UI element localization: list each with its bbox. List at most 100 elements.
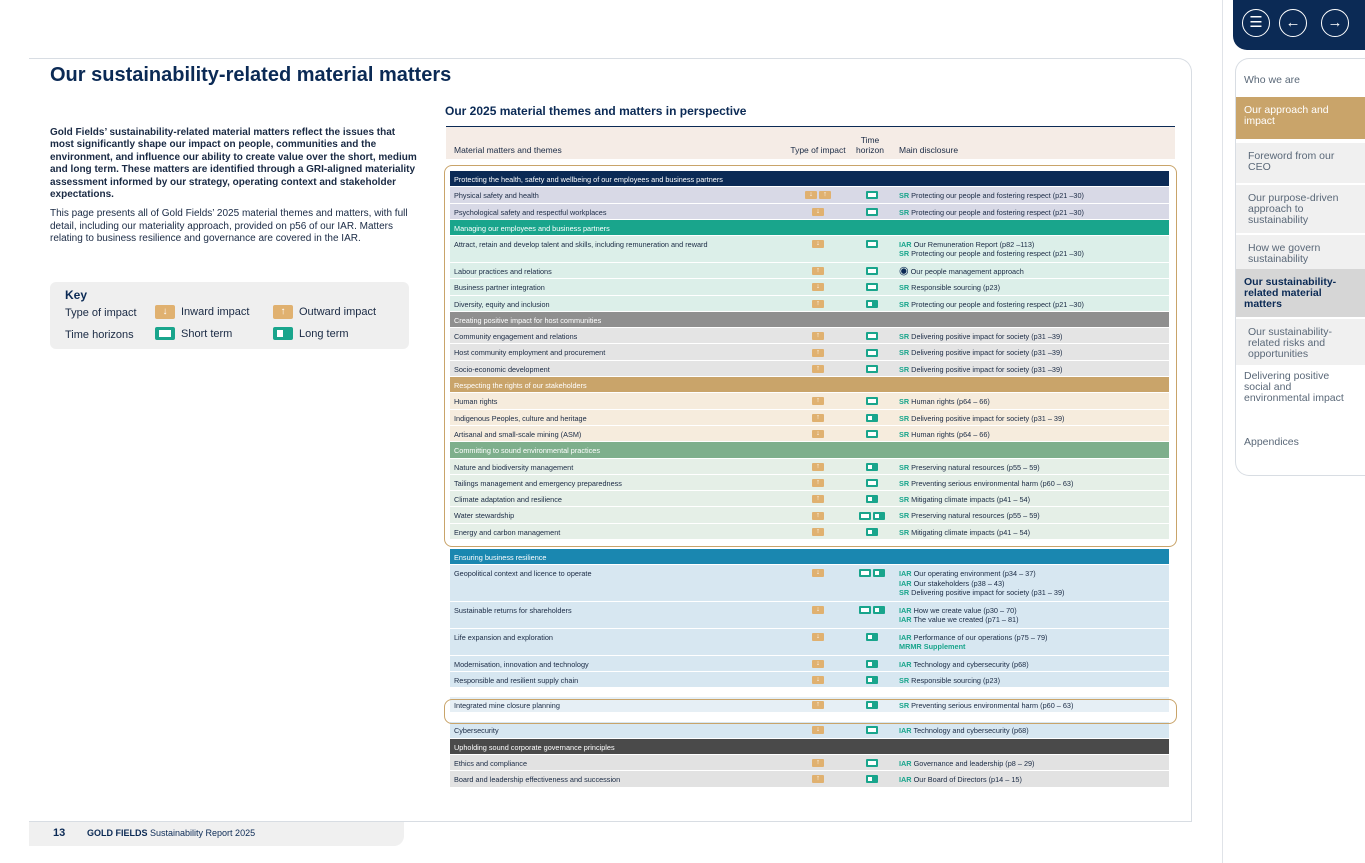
inward-impact-icon: ↓ (812, 606, 824, 614)
short-term-icon (866, 726, 878, 735)
main-disclosure[interactable]: SR Responsible sourcing (p23) (899, 676, 1000, 685)
intro-lead: Gold Fields’ sustainability-related mate… (50, 127, 417, 201)
intro-text: Gold Fields’ sustainability-related mate… (50, 127, 420, 253)
nav-item[interactable]: How we govern sustainability (1236, 235, 1365, 271)
back-button[interactable]: ← (1279, 9, 1307, 37)
disclosure-line: IAR How we create value (p30 – 70) (899, 606, 1019, 615)
col-horizon: Time horizon (856, 135, 884, 155)
disclosure-line: IAR Our operating environment (p34 – 37) (899, 569, 1064, 578)
arrow-right-icon: → (1327, 14, 1343, 31)
theme-header: Ensuring business resilience (450, 549, 1169, 566)
sidebar: ☰ ← → Who we are Our approach and impact F… (1222, 0, 1365, 863)
report-code: IAR (899, 726, 912, 736)
table-row: Geopolitical context and licence to oper… (450, 565, 1169, 602)
short-term-icon (859, 606, 871, 614)
impact-type: ↓ (788, 568, 848, 578)
nav-item[interactable]: Foreword from our CEO (1236, 143, 1365, 183)
disclosure-text: Responsible sourcing (p23) (909, 675, 1000, 685)
forward-button[interactable]: → (1321, 9, 1349, 37)
key-long: Long term (273, 327, 349, 340)
table-row: Ethics and compliance ↑ IAR Governance and… (450, 755, 1169, 772)
report-code: SR (899, 675, 910, 685)
inward-impact-icon: ↓ (812, 632, 824, 641)
disclosure-text: Performance of our operations (p75 – 79) (911, 632, 1048, 642)
disclosure-text: Our Board of Directors (p14 – 15) (911, 775, 1022, 785)
disclosure-line: IAR Governance and leadership (p8 – 29) (899, 759, 1035, 768)
matter-label: Board and leadership effectiveness and s… (454, 775, 621, 785)
long-term-icon (873, 569, 885, 578)
footer-brand: GOLD FIELDS Sustainability Report 2025 (87, 828, 255, 838)
table-header: Material matters and themes Type of impa… (446, 126, 1175, 159)
impact-type: ↑ (788, 774, 848, 784)
footer: 13 GOLD FIELDS Sustainability Report 202… (29, 822, 404, 846)
report-code: IAR (899, 615, 912, 625)
nav-item[interactable]: Our sustainability-related material matt… (1236, 269, 1365, 317)
report-name: Sustainability Report 2025 (150, 828, 256, 838)
disclosure-line: IAR Technology and cybersecurity (p68) (899, 660, 1029, 669)
report-code: IAR (899, 605, 912, 615)
disclosure-line: IAR Performance of our operations (p75 –… (899, 633, 1047, 642)
main-disclosure[interactable]: IAR Our Board of Directors (p14 – 15) (899, 775, 1022, 784)
table-row: Sustainable returns for shareholders ↓ IAR… (450, 601, 1169, 629)
disclosure-line: IAR Technology and cybersecurity (p68) (899, 726, 1029, 735)
main-disclosure[interactable]: IAR Technology and cybersecurity (p68) (899, 726, 1029, 735)
disclosure-text: How we create value (p30 – 70) (911, 605, 1017, 615)
inward-impact-icon: ↓ (812, 726, 824, 735)
brand-name: GOLD FIELDS (87, 828, 148, 838)
theme-header: Upholding sound corporate governance pri… (450, 738, 1169, 755)
key-horizon-label: Time horizons (65, 329, 134, 341)
main-disclosure[interactable]: IAR Governance and leadership (p8 – 29) (899, 759, 1035, 768)
report-code: IAR (899, 578, 912, 588)
nav-item[interactable]: Our purpose-driven approach to sustainab… (1236, 185, 1365, 233)
key-impact-label: Type of impact (65, 307, 137, 319)
disclosure-line: SR Responsible sourcing (p23) (899, 676, 1000, 685)
impact-type: ↓ (788, 659, 848, 668)
outward-impact-icon: ↑ (273, 305, 293, 319)
time-horizon (850, 659, 894, 668)
table-row: Board and leadership effectiveness and s… (450, 771, 1169, 788)
matter-label: Ethics and compliance (454, 759, 528, 768)
report-code: SR (899, 587, 910, 597)
matter-label: Cybersecurity (454, 726, 499, 736)
time-horizon (850, 605, 894, 614)
impact-type: ↑ (788, 758, 848, 768)
long-term-icon (873, 606, 885, 614)
key-inward-label: Inward impact (181, 306, 250, 318)
table-gap (450, 688, 1169, 697)
nav-item[interactable]: Our approach and impact (1236, 97, 1365, 139)
matter-label: Responsible and resilient supply chain (454, 675, 579, 685)
report-code: IAR (899, 659, 912, 669)
nav-item[interactable]: Our sustainability-related risks and opp… (1236, 319, 1365, 365)
key-long-label: Long term (299, 327, 349, 340)
inward-impact-icon: ↓ (812, 569, 824, 578)
short-term-icon (866, 759, 878, 768)
matter-label: Geopolitical context and licence to oper… (454, 569, 592, 579)
main-disclosure[interactable]: IAR Technology and cybersecurity (p68) (899, 660, 1029, 669)
time-horizon (850, 758, 894, 768)
contents-button[interactable]: ☰ (1242, 9, 1270, 37)
arrow-left-icon: ← (1285, 14, 1301, 31)
col-matter: Material matters and themes (454, 145, 562, 155)
time-horizon (850, 632, 894, 641)
key-short: Short term (155, 327, 232, 340)
key-outward-label: Outward impact (299, 306, 377, 318)
inward-impact-icon: ↓ (812, 675, 824, 684)
short-term-icon (155, 327, 175, 340)
main-disclosure[interactable]: IAR Performance of our operations (p75 –… (899, 633, 1047, 652)
main-disclosure[interactable]: IAR Our operating environment (p34 – 37)… (899, 569, 1064, 597)
key-outward: ↑ Outward impact (273, 305, 376, 319)
disclosure-text: Governance and leadership (p8 – 29) (911, 759, 1035, 768)
nav-item[interactable]: Delivering positive social and environme… (1236, 369, 1365, 427)
impact-type: ↓ (788, 605, 848, 614)
disclosure-text: Technology and cybersecurity (p68) (911, 726, 1029, 736)
nav-item[interactable]: Appendices (1236, 435, 1365, 459)
main-disclosure[interactable]: IAR How we create value (p30 – 70) IAR Th… (899, 606, 1019, 625)
page-number: 13 (53, 827, 66, 839)
list-icon: ☰ (1249, 14, 1263, 31)
matter-label: Modernisation, innovation and technology (454, 659, 589, 669)
nav-item[interactable]: Who we are (1236, 73, 1365, 93)
impact-type: ↓ (788, 725, 848, 735)
sustainability-group-frame (444, 165, 1177, 547)
disclosure-line: IAR The value we created (p71 – 81) (899, 615, 1019, 624)
table-row: Responsible and resilient supply chain ↓ S… (450, 671, 1169, 689)
